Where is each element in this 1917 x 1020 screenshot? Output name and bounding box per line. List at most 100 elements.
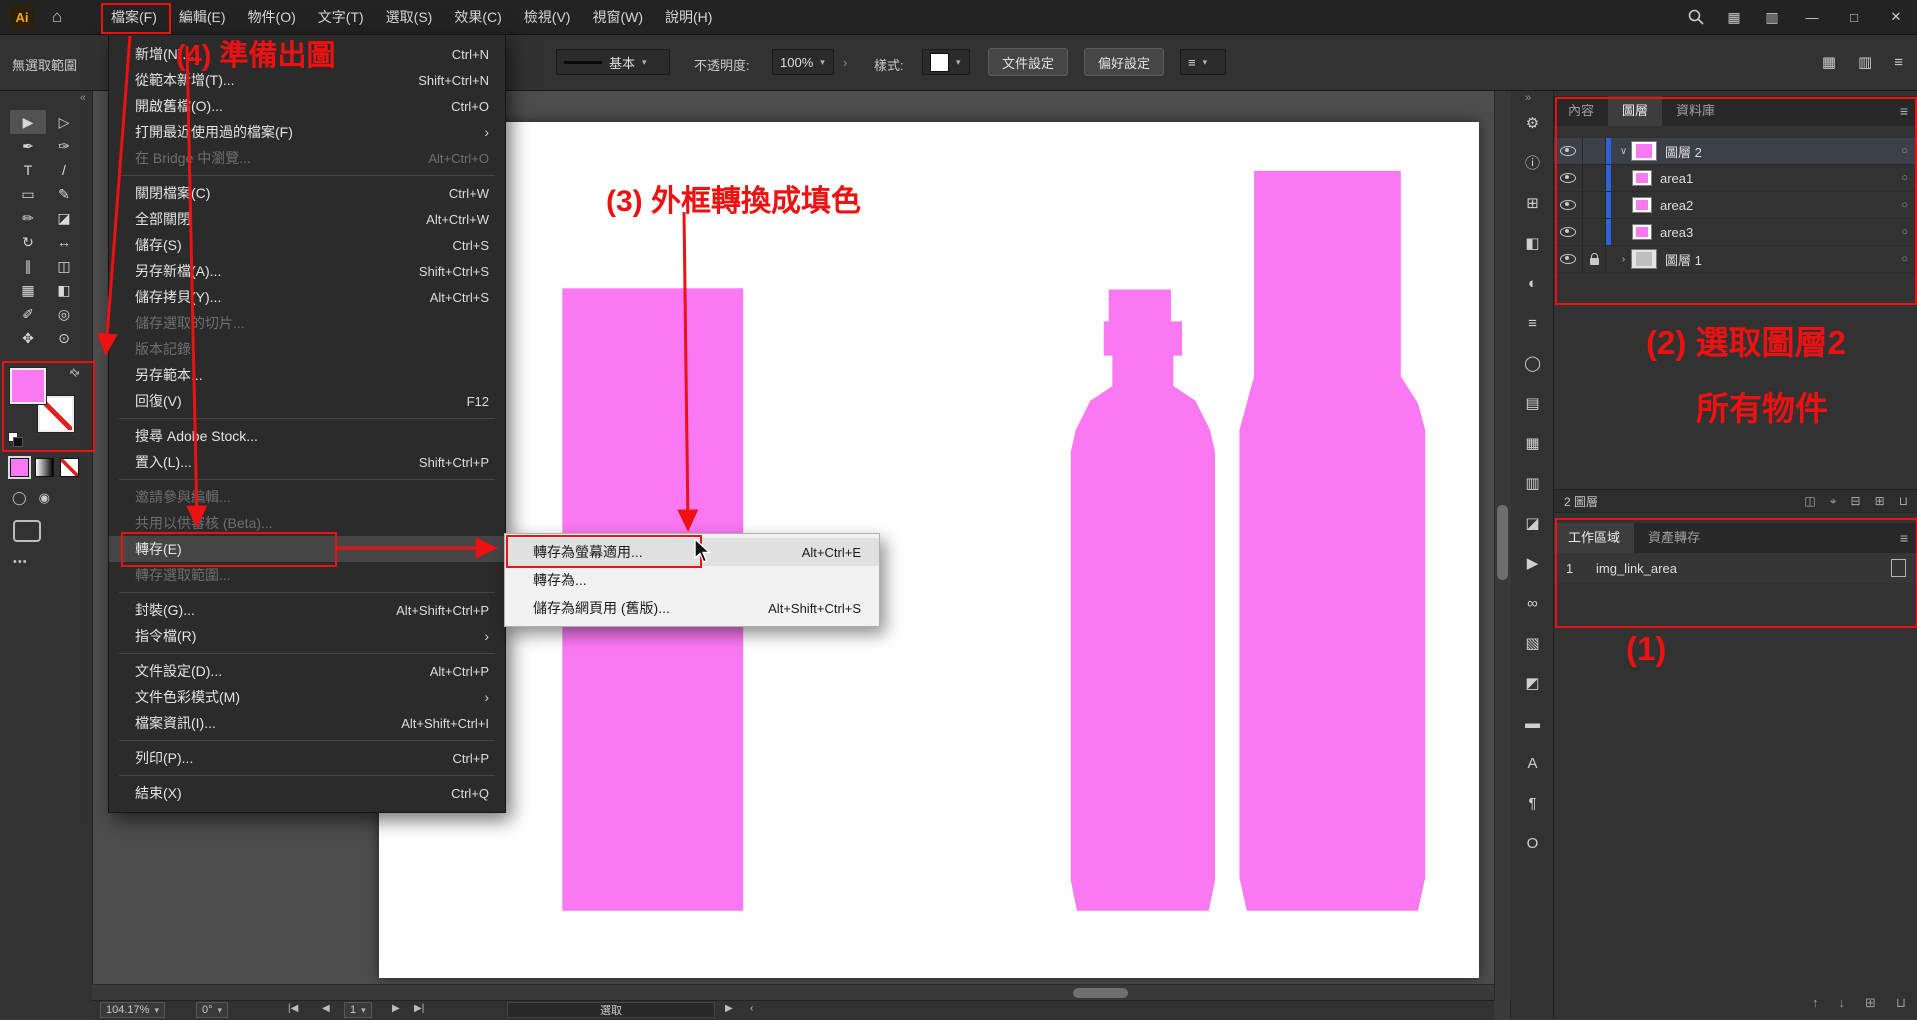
menubar-item-edit[interactable]: 編輯(E) [168,0,237,34]
minimize-button[interactable]: — [1791,0,1833,34]
close-button[interactable]: ✕ [1875,0,1917,34]
curvature-tool[interactable]: ✑ [46,134,82,158]
graphic-styles-icon[interactable]: ▦ [1525,436,1539,452]
mesh-tool[interactable]: ▦ [10,278,46,302]
menu-item-search-adobe-stock[interactable]: 搜尋 Adobe Stock... [109,423,505,449]
menu-item-file-info[interactable]: 檔案資訊(I)...Alt+Shift+Ctrl+I [109,710,505,736]
rotation-field[interactable]: 0° ▾ [196,1002,228,1018]
panel-menu-icon[interactable]: ≡ [1894,54,1903,71]
layer-expand-chevron-icon[interactable]: ∨ [1616,146,1631,157]
tab-asset-export[interactable]: 資產轉存 [1634,523,1714,553]
make-clip-mask-icon[interactable]: ◫ [1804,494,1815,509]
tab-layers[interactable]: 圖層 [1608,96,1662,126]
arrange-documents-icon[interactable]: ▥ [1753,0,1791,34]
layer-row-area3[interactable]: area3 ○ [1554,219,1917,246]
horizontal-scrollbar-thumb[interactable] [1073,988,1128,998]
target-circle-icon[interactable]: ○ [1901,253,1908,265]
vertical-scrollbar-thumb[interactable] [1497,505,1508,580]
swap-fill-stroke-icon[interactable]: ⇄ [67,365,83,381]
stroke-profile-combo[interactable]: 基本 ▾ [556,49,670,75]
gear-icon[interactable]: ⚙ [1526,116,1539,132]
line-segment-tool[interactable]: / [46,158,82,182]
opacity-expander-icon[interactable]: › [843,55,847,70]
rotate-tool[interactable]: ↻ [10,230,46,254]
artboard-name[interactable]: img_link_area [1596,561,1891,576]
menubar-item-object[interactable]: 物件(O) [237,0,307,34]
default-fill-stroke-icon[interactable] [8,432,24,446]
horizontal-scrollbar[interactable] [92,984,1494,1001]
visibility-eye-icon[interactable] [1554,165,1583,191]
menu-item-document-setup[interactable]: 文件設定(D)...Alt+Ctrl+P [109,658,505,684]
search-icon[interactable] [1677,0,1715,34]
previous-artboard-icon[interactable]: ◀ [322,1003,330,1014]
screen-mode-icon[interactable] [13,520,41,542]
layer-thumbnail[interactable] [1631,249,1657,269]
magenta-bottle-shape-small[interactable] [1071,290,1215,911]
visibility-eye-icon[interactable] [1554,219,1583,245]
layer-name[interactable]: 圖層 2 [1665,142,1917,161]
direct-selection-tool[interactable]: ▷ [46,110,82,134]
gradient-tool[interactable]: ◧ [46,278,82,302]
menubar-item-type[interactable]: 文字(T) [307,0,375,34]
color-guide-icon[interactable]: ◩ [1525,676,1539,692]
layer-name[interactable]: 圖層 1 [1665,250,1917,269]
target-circle-icon[interactable]: ○ [1901,199,1908,211]
new-layer-icon[interactable]: ⊞ [1875,494,1885,509]
menubar-item-file[interactable]: 檔案(F) [100,0,168,34]
layer-thumbnail[interactable] [1631,141,1657,161]
pen-tool[interactable]: ✒ [10,134,46,158]
dock-icon[interactable]: ▥ [1858,53,1872,71]
target-circle-icon[interactable]: ○ [1901,145,1908,157]
style-swatch-combo[interactable]: ▾ [922,49,970,75]
visibility-eye-icon[interactable] [1554,246,1583,272]
shape-builder-tool[interactable]: ◫ [46,254,82,278]
visibility-eye-icon[interactable] [1554,192,1583,218]
menu-item-revert[interactable]: 回復(V)F12 [109,388,505,414]
opacity-field[interactable]: 100% ▾ [772,49,834,75]
tab-properties[interactable]: 內容 [1554,96,1608,126]
workspace-grid-icon[interactable]: ▦ [1822,53,1836,71]
new-artboard-icon[interactable]: ⊞ [1865,995,1876,1011]
hand-tool[interactable]: ✥ [10,326,46,350]
target-circle-icon[interactable]: ○ [1901,172,1908,184]
menubar-item-select[interactable]: 選取(S) [375,0,444,34]
layer-row-layer1[interactable]: › 圖層 1 ○ [1554,246,1917,273]
menu-item-open-recent[interactable]: 打開最近使用過的檔案(F)› [109,119,505,145]
vertical-scrollbar[interactable] [1494,90,1511,1000]
menu-item-new-from-template[interactable]: 從範本新增(T)...Shift+Ctrl+N [109,67,505,93]
image-trace-icon[interactable]: ▧ [1525,636,1539,652]
menu-item-close-all[interactable]: 全部關閉Alt+Ctrl+W [109,206,505,232]
draw-inside-icon[interactable]: ◉ [39,490,50,506]
home-icon[interactable]: ⌂ [40,7,74,27]
menubar-item-help[interactable]: 說明(H) [654,0,723,34]
edit-toolbar-icon[interactable]: ••• [13,556,28,568]
layer-row-area1[interactable]: area1 ○ [1554,165,1917,192]
first-artboard-icon[interactable]: |◀ [288,1003,298,1014]
menu-item-save-a-copy[interactable]: 儲存拷貝(Y)...Alt+Ctrl+S [109,284,505,310]
eyedropper-tool[interactable]: ✐ [10,302,46,326]
eraser-tool[interactable]: ◪ [46,206,82,230]
menubar-item-view[interactable]: 檢視(V) [513,0,582,34]
links-icon[interactable]: ∞ [1527,596,1538,612]
gradient-icon[interactable]: ◐ [1528,276,1537,292]
lock-column[interactable] [1583,165,1606,191]
menu-item-close[interactable]: 關閉檔案(C)Ctrl+W [109,180,505,206]
layer-row-layer2[interactable]: ∨ 圖層 2 ○ [1554,138,1917,165]
align-icon[interactable]: ▥ [1525,476,1539,492]
collapse-toolbar-icon[interactable]: « [80,92,86,104]
info-icon[interactable]: ⓘ [1525,156,1540,172]
menu-item-exit[interactable]: 結束(X)Ctrl+Q [109,780,505,806]
fill-color-swatch[interactable] [10,368,46,404]
visibility-eye-icon[interactable] [1554,138,1583,164]
selection-tool[interactable]: ▶ [10,110,46,134]
width-tool[interactable]: ∥ [10,254,46,278]
lock-column[interactable] [1583,192,1606,218]
stroke-icon[interactable]: ≡ [1528,316,1537,332]
object-thumbnail[interactable] [1632,170,1652,186]
move-down-icon[interactable]: ↓ [1838,995,1845,1011]
type-tool[interactable]: T [10,158,46,182]
pencil-tool[interactable]: ✏ [10,206,46,230]
draw-normal-icon[interactable]: ◯ [12,490,27,506]
delete-layer-icon[interactable]: ⊔ [1899,494,1908,509]
menu-item-place[interactable]: 置入(L)...Shift+Ctrl+P [109,449,505,475]
